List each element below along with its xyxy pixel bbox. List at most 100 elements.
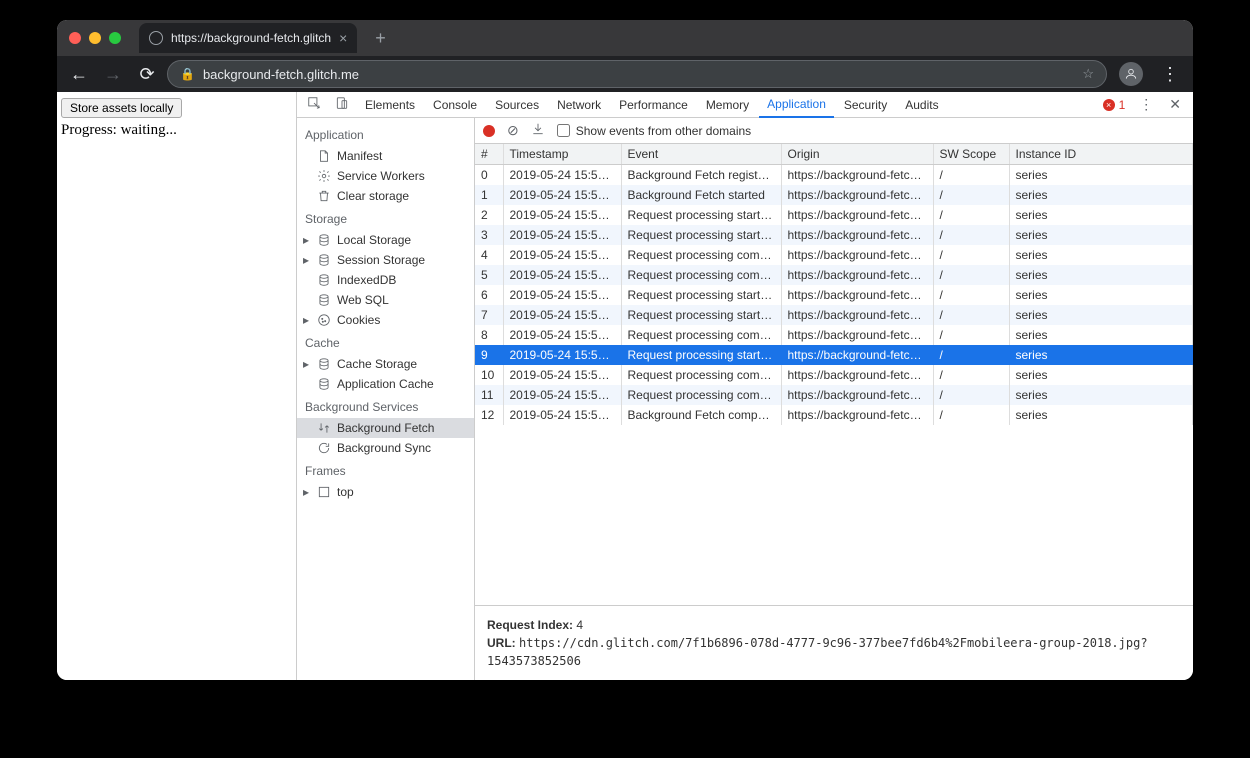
sync-icon [317, 441, 331, 455]
url-text: background-fetch.glitch.me [203, 67, 359, 82]
devtools-tab-audits[interactable]: Audits [897, 92, 946, 118]
sidebar-item-indexeddb[interactable]: IndexedDB [297, 270, 474, 290]
table-header-row: #TimestampEventOriginSW ScopeInstance ID [475, 144, 1193, 165]
sidebar-section-storage: Storage [297, 206, 474, 230]
sidebar-section-cache: Cache [297, 330, 474, 354]
trash-icon [317, 189, 331, 203]
swap-icon [317, 421, 331, 435]
cookie-icon [317, 313, 331, 327]
close-window-button[interactable] [69, 32, 81, 44]
globe-icon [149, 31, 163, 45]
url-label: URL: [487, 636, 516, 650]
forward-button[interactable]: → [99, 60, 127, 88]
col-header-sw-scope[interactable]: SW Scope [933, 144, 1009, 165]
sidebar-item-cookies[interactable]: ▸Cookies [297, 310, 474, 330]
checkbox-label: Show events from other domains [576, 124, 751, 138]
reload-button[interactable]: ⟳ [133, 60, 161, 88]
url-bar[interactable]: 🔒 background-fetch.glitch.me ☆ [167, 60, 1107, 88]
request-index-label: Request Index: [487, 618, 573, 632]
error-count: 1 [1119, 98, 1126, 112]
browser-window: https://background-fetch.glitch × + ← → … [57, 20, 1193, 680]
content-area: Store assets locally Progress: waiting..… [57, 92, 1193, 680]
col-header--[interactable]: # [475, 144, 503, 165]
table-row[interactable]: 02019-05-24 15:5…Background Fetch regist… [475, 165, 1193, 186]
table-row[interactable]: 72019-05-24 15:5…Request processing star… [475, 305, 1193, 325]
checkbox-input[interactable] [557, 124, 570, 137]
url-value: https://cdn.glitch.com/7f1b6896-078d-477… [487, 636, 1148, 668]
clear-icon[interactable]: ⊘ [507, 122, 519, 139]
table-row[interactable]: 62019-05-24 15:5…Request processing star… [475, 285, 1193, 305]
table-row[interactable]: 102019-05-24 15:5…Request processing com… [475, 365, 1193, 385]
table-row[interactable]: 52019-05-24 15:5…Request processing com…… [475, 265, 1193, 285]
devtools-tab-memory[interactable]: Memory [698, 92, 757, 118]
devtools-menu-button[interactable]: ⋮ [1133, 96, 1159, 113]
download-icon[interactable] [531, 122, 545, 139]
profile-avatar[interactable] [1119, 62, 1143, 86]
sidebar-item-service-workers[interactable]: Service Workers [297, 166, 474, 186]
sidebar-item-background-fetch[interactable]: Background Fetch [297, 418, 474, 438]
table-row[interactable]: 122019-05-24 15:5…Background Fetch comp…… [475, 405, 1193, 425]
sidebar-item-manifest[interactable]: Manifest [297, 146, 474, 166]
store-assets-button[interactable]: Store assets locally [61, 98, 182, 118]
error-icon: × [1103, 99, 1115, 111]
file-icon [317, 149, 331, 163]
table-row[interactable]: 82019-05-24 15:5…Request processing com…… [475, 325, 1193, 345]
table-row[interactable]: 32019-05-24 15:5…Request processing star… [475, 225, 1193, 245]
sidebar-item-application-cache[interactable]: Application Cache [297, 374, 474, 394]
devtools-tab-sources[interactable]: Sources [487, 92, 547, 118]
traffic-lights [69, 32, 121, 44]
sidebar-section-background-services: Background Services [297, 394, 474, 418]
error-badge[interactable]: × 1 [1097, 98, 1132, 112]
devtools-tab-network[interactable]: Network [549, 92, 609, 118]
devtools-tabstrip: ElementsConsoleSourcesNetworkPerformance… [297, 92, 1193, 118]
events-toolbar: ⊘ Show events from other domains [475, 118, 1193, 144]
devtools-close-button[interactable]: ✕ [1161, 96, 1189, 113]
request-index-value: 4 [576, 618, 583, 632]
sidebar-section-application: Application [297, 122, 474, 146]
application-sidebar: ApplicationManifestService WorkersClear … [297, 118, 475, 680]
devtools-tab-security[interactable]: Security [836, 92, 895, 118]
back-button[interactable]: ← [65, 60, 93, 88]
devtools-tab-console[interactable]: Console [425, 92, 485, 118]
devtools-tab-performance[interactable]: Performance [611, 92, 696, 118]
browser-tab[interactable]: https://background-fetch.glitch × [139, 23, 357, 53]
maximize-window-button[interactable] [109, 32, 121, 44]
event-detail-pane: Request Index: 4 URL: https://cdn.glitch… [475, 606, 1193, 680]
show-other-domains-checkbox[interactable]: Show events from other domains [557, 124, 751, 138]
sidebar-item-clear-storage[interactable]: Clear storage [297, 186, 474, 206]
sidebar-item-background-sync[interactable]: Background Sync [297, 438, 474, 458]
minimize-window-button[interactable] [89, 32, 101, 44]
device-toggle-icon[interactable] [329, 96, 355, 113]
close-tab-icon[interactable]: × [339, 30, 347, 46]
devtools-tab-elements[interactable]: Elements [357, 92, 423, 118]
sidebar-item-top[interactable]: ▸top [297, 482, 474, 502]
table-row[interactable]: 12019-05-24 15:5…Background Fetch starte… [475, 185, 1193, 205]
db-icon [317, 233, 331, 247]
devtools-body: ApplicationManifestService WorkersClear … [297, 118, 1193, 680]
frame-icon [317, 485, 331, 499]
sidebar-item-web-sql[interactable]: Web SQL [297, 290, 474, 310]
browser-menu-button[interactable]: ⋮ [1155, 64, 1185, 85]
sidebar-item-cache-storage[interactable]: ▸Cache Storage [297, 354, 474, 374]
col-header-timestamp[interactable]: Timestamp [503, 144, 621, 165]
table-row[interactable]: 112019-05-24 15:5…Request processing com… [475, 385, 1193, 405]
events-table-wrap[interactable]: #TimestampEventOriginSW ScopeInstance ID… [475, 144, 1193, 606]
tab-title: https://background-fetch.glitch [171, 31, 331, 45]
bookmark-star-icon[interactable]: ☆ [1082, 66, 1094, 82]
col-header-instance-id[interactable]: Instance ID [1009, 144, 1193, 165]
table-row[interactable]: 42019-05-24 15:5…Request processing com…… [475, 245, 1193, 265]
new-tab-button[interactable]: + [375, 28, 386, 49]
col-header-origin[interactable]: Origin [781, 144, 933, 165]
person-icon [1124, 67, 1138, 81]
table-row[interactable]: 92019-05-24 15:5…Request processing star… [475, 345, 1193, 365]
sidebar-item-local-storage[interactable]: ▸Local Storage [297, 230, 474, 250]
browser-toolbar: ← → ⟳ 🔒 background-fetch.glitch.me ☆ ⋮ [57, 56, 1193, 92]
inspect-icon[interactable] [301, 96, 327, 113]
col-header-event[interactable]: Event [621, 144, 781, 165]
sidebar-item-session-storage[interactable]: ▸Session Storage [297, 250, 474, 270]
table-row[interactable]: 22019-05-24 15:5…Request processing star… [475, 205, 1193, 225]
devtools-tab-application[interactable]: Application [759, 92, 834, 118]
lock-icon: 🔒 [180, 67, 195, 81]
record-button[interactable] [483, 125, 495, 137]
progress-text: Progress: waiting... [61, 122, 292, 139]
